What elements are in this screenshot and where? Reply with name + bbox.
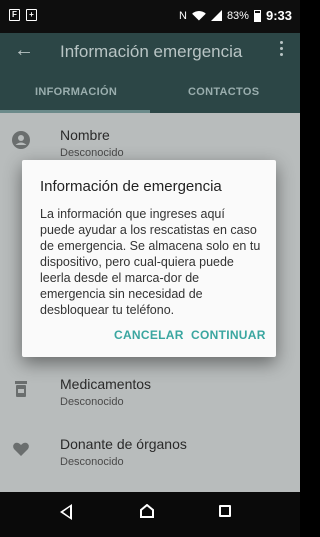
tab-informacion[interactable]: INFORMACIÓN	[35, 86, 117, 98]
list-item-value: Desconocido	[60, 396, 124, 408]
emergency-info-dialog: Información de emergencia La información…	[22, 160, 276, 357]
nfc-icon: N	[178, 9, 187, 22]
notification-icons: F +	[9, 9, 37, 21]
dialog-title: Información de emergencia	[40, 178, 222, 195]
status-bar: F + N 83% 9:33	[0, 0, 300, 33]
wifi-icon	[192, 11, 206, 21]
health-notification-icon: +	[26, 9, 37, 21]
list-item-label: Donante de órganos	[60, 436, 187, 452]
back-arrow-icon[interactable]: ←	[14, 39, 34, 62]
page-title: Información emergencia	[60, 42, 243, 61]
heart-icon	[13, 442, 29, 456]
list-item-label: Nombre	[60, 127, 110, 143]
list-item-value: Desconocido	[60, 456, 124, 468]
app-bar: ← Información emergencia	[0, 33, 300, 73]
signal-icon	[210, 10, 222, 21]
continue-button[interactable]: CONTINUAR	[191, 328, 266, 342]
person-icon	[12, 131, 30, 149]
tab-bar: INFORMACIÓN CONTACTOS	[0, 73, 300, 113]
screen: F + N 83% 9:33 ← Información emergencia …	[0, 0, 300, 537]
clock: 9:33	[265, 8, 292, 23]
battery-percent: 83%	[226, 9, 249, 22]
battery-icon	[253, 9, 261, 22]
overflow-menu-icon[interactable]	[280, 41, 284, 59]
nav-back-icon[interactable]	[60, 504, 72, 520]
list-item-donante[interactable]: Donante de órganos Desconocido	[0, 422, 300, 482]
dialog-message: La información que ingreses aquí puede a…	[40, 207, 261, 317]
nav-recents-icon[interactable]	[219, 505, 231, 517]
cancel-button[interactable]: CANCELAR	[114, 328, 184, 342]
list-item-medicamentos[interactable]: Medicamentos Desconocido	[0, 362, 300, 422]
system-icons: N 83% 9:33	[179, 8, 292, 23]
navigation-bar	[0, 492, 300, 537]
list-item-label: Medicamentos	[60, 376, 152, 392]
medication-icon	[15, 381, 27, 397]
facebook-notification-icon: F	[9, 9, 20, 21]
list-item-value: Desconocido	[60, 147, 124, 159]
tab-contactos[interactable]: CONTACTOS	[188, 86, 259, 98]
nav-home-icon[interactable]	[140, 504, 154, 518]
